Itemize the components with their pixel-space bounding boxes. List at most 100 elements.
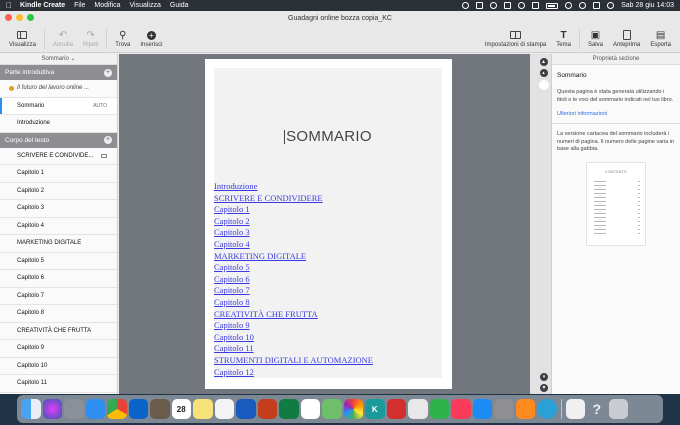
sidebar-item[interactable]: SCRIVERE E CONDIVIDE... — [0, 148, 117, 165]
status-circle-icon[interactable] — [490, 2, 498, 9]
numbers-icon[interactable] — [429, 399, 449, 419]
toc-link[interactable]: Capitolo 9 — [214, 320, 373, 332]
menu-visualizza[interactable]: Visualizza — [129, 2, 160, 9]
siri-icon[interactable] — [607, 2, 615, 9]
clock[interactable]: Sab 28 giu 14:03 — [621, 2, 674, 9]
battery-icon[interactable] — [546, 2, 559, 9]
sidebar-item[interactable]: MARKETING DIGITALE — [0, 235, 117, 253]
menu-modifica[interactable]: Modifica — [94, 2, 120, 9]
impostazioni-stampa-button[interactable]: Impostazioni di stampa — [480, 30, 551, 48]
status-screen-icon[interactable] — [504, 2, 512, 9]
add-intro-icon[interactable]: + — [104, 68, 112, 77]
toc-link[interactable]: Capitolo 7 — [214, 285, 373, 297]
minimize-button[interactable] — [16, 14, 23, 21]
preview-doc-icon[interactable] — [565, 399, 585, 419]
sidebar-item-sommario[interactable]: Sommario AUTO — [0, 97, 117, 115]
salva-button[interactable]: ▣ Salva — [583, 30, 608, 48]
toc-link[interactable]: Capitolo 5 — [214, 262, 373, 274]
anteprima-button[interactable]: Anteprima — [608, 30, 645, 48]
books-icon[interactable] — [515, 399, 535, 419]
toc-link[interactable]: SCRIVERE E CONDIVIDERE — [214, 193, 373, 205]
control-center-icon[interactable] — [593, 2, 601, 9]
kindle-icon[interactable] — [537, 399, 557, 419]
pdf-icon[interactable] — [408, 399, 428, 419]
last-page-icon[interactable]: ▼ — [540, 384, 548, 392]
sidebar-item[interactable]: Capitolo 8 — [0, 305, 117, 323]
menu-file[interactable]: File — [74, 2, 85, 9]
toc-link[interactable]: Capitolo 8 — [214, 297, 373, 309]
status-box-icon[interactable] — [476, 2, 484, 9]
toc-link[interactable]: Capitolo 3 — [214, 227, 373, 239]
menu-app-name[interactable]: Kindle Create — [20, 2, 65, 9]
sidebar-item[interactable]: Capitolo 1 — [0, 165, 117, 183]
acrobat-icon[interactable] — [386, 399, 406, 419]
visualizza-button[interactable]: Visualizza — [4, 30, 41, 48]
toc-link[interactable]: Capitolo 11 — [214, 343, 373, 355]
prev-page-icon[interactable]: ▴ — [539, 69, 548, 77]
status-cloud-icon[interactable] — [518, 2, 526, 9]
trova-button[interactable]: ⚲ Trova — [110, 30, 135, 48]
sidebar-item[interactable]: Capitolo 10 — [0, 358, 117, 375]
apple-icon[interactable]:  — [6, 1, 12, 10]
sidebar-item-introduzione[interactable]: Introduzione — [0, 115, 117, 133]
sidebar-item[interactable]: Capitolo 6 — [0, 270, 117, 288]
zoom-button[interactable] — [27, 14, 34, 21]
maps-icon[interactable] — [322, 399, 342, 419]
wifi-icon[interactable] — [565, 2, 573, 9]
toc-link[interactable]: Capitolo 10 — [214, 332, 373, 344]
sidebar-item[interactable]: Capitolo 7 — [0, 288, 117, 305]
help-icon[interactable]: ? — [587, 399, 607, 419]
scroll-handle[interactable] — [538, 80, 549, 90]
calendar-icon[interactable]: 28 — [171, 399, 191, 419]
sidebar-item[interactable]: CREATIVITÀ CHE FRUTTA — [0, 323, 117, 340]
scanner-icon[interactable] — [150, 399, 170, 419]
page-content[interactable]: SOMMARIO Introduzione SCRIVERE E CONDIVI… — [214, 68, 442, 378]
excel-icon[interactable] — [279, 399, 299, 419]
tema-button[interactable]: T Tema — [551, 30, 576, 48]
sidebar-item[interactable]: Capitolo 11 — [0, 375, 117, 393]
outlook-icon[interactable] — [128, 399, 148, 419]
toc-link[interactable]: Capitolo 4 — [214, 239, 373, 251]
toc-link[interactable]: Introduzione — [214, 181, 373, 193]
settings-icon[interactable] — [494, 399, 514, 419]
toc-link[interactable]: Capitolo 2 — [214, 216, 373, 228]
music-icon[interactable] — [451, 399, 471, 419]
photos-icon[interactable] — [343, 399, 363, 419]
chrome-icon[interactable] — [107, 399, 127, 419]
sidebar-item[interactable]: Capitolo 2 — [0, 183, 117, 200]
sidebar-item[interactable]: Capitolo 4 — [0, 218, 117, 235]
launchpad-icon[interactable] — [64, 399, 84, 419]
section-intro[interactable]: Parte introduttiva + — [0, 65, 117, 80]
safari-icon[interactable] — [85, 399, 105, 419]
sidebar-item[interactable]: Capitolo 9 — [0, 340, 117, 358]
kindle-create-icon[interactable]: K — [365, 399, 385, 419]
notes-icon[interactable] — [193, 399, 213, 419]
toc-link[interactable]: Capitolo 12 — [214, 367, 373, 379]
annulla-button[interactable]: ↶ Annulla — [48, 30, 78, 48]
next-page-icon[interactable]: ▾ — [540, 373, 548, 381]
search-icon[interactable] — [579, 2, 587, 9]
section-body[interactable]: Corpo del testo + — [0, 132, 117, 148]
toc-link[interactable]: MARKETING DIGITALE — [214, 251, 373, 263]
sidebar-header[interactable]: Sommario ⌄ — [0, 54, 117, 65]
sidebar-item[interactable]: Capitolo 5 — [0, 253, 117, 270]
appstore-icon[interactable] — [472, 399, 492, 419]
add-body-icon[interactable]: + — [104, 136, 112, 144]
page-title[interactable]: SOMMARIO — [214, 128, 442, 145]
more-info-link[interactable]: Ulteriori informazioni — [557, 111, 675, 117]
toc-link[interactable]: Capitolo 6 — [214, 274, 373, 286]
status-app-icon[interactable] — [462, 2, 470, 9]
toc-link[interactable]: CREATIVITÀ CHE FRUTTA — [214, 309, 373, 321]
siri-icon[interactable] — [42, 399, 62, 419]
powerpoint-icon[interactable] — [257, 399, 277, 419]
toc-link[interactable]: Capitolo 1 — [214, 204, 373, 216]
esporta-button[interactable]: ▤ Esporta — [645, 30, 676, 48]
freeform-icon[interactable] — [214, 399, 234, 419]
ripeti-button[interactable]: ↷ Ripeti — [78, 30, 103, 48]
toc-link[interactable]: STRUMENTI DIGITALI E AUTOMAZIONE — [214, 355, 373, 367]
reminders-icon[interactable] — [300, 399, 320, 419]
word-icon[interactable] — [236, 399, 256, 419]
sidebar-item[interactable]: Capitolo 3 — [0, 200, 117, 218]
first-page-icon[interactable]: ▲ — [539, 58, 548, 66]
trash-icon[interactable] — [608, 399, 628, 419]
